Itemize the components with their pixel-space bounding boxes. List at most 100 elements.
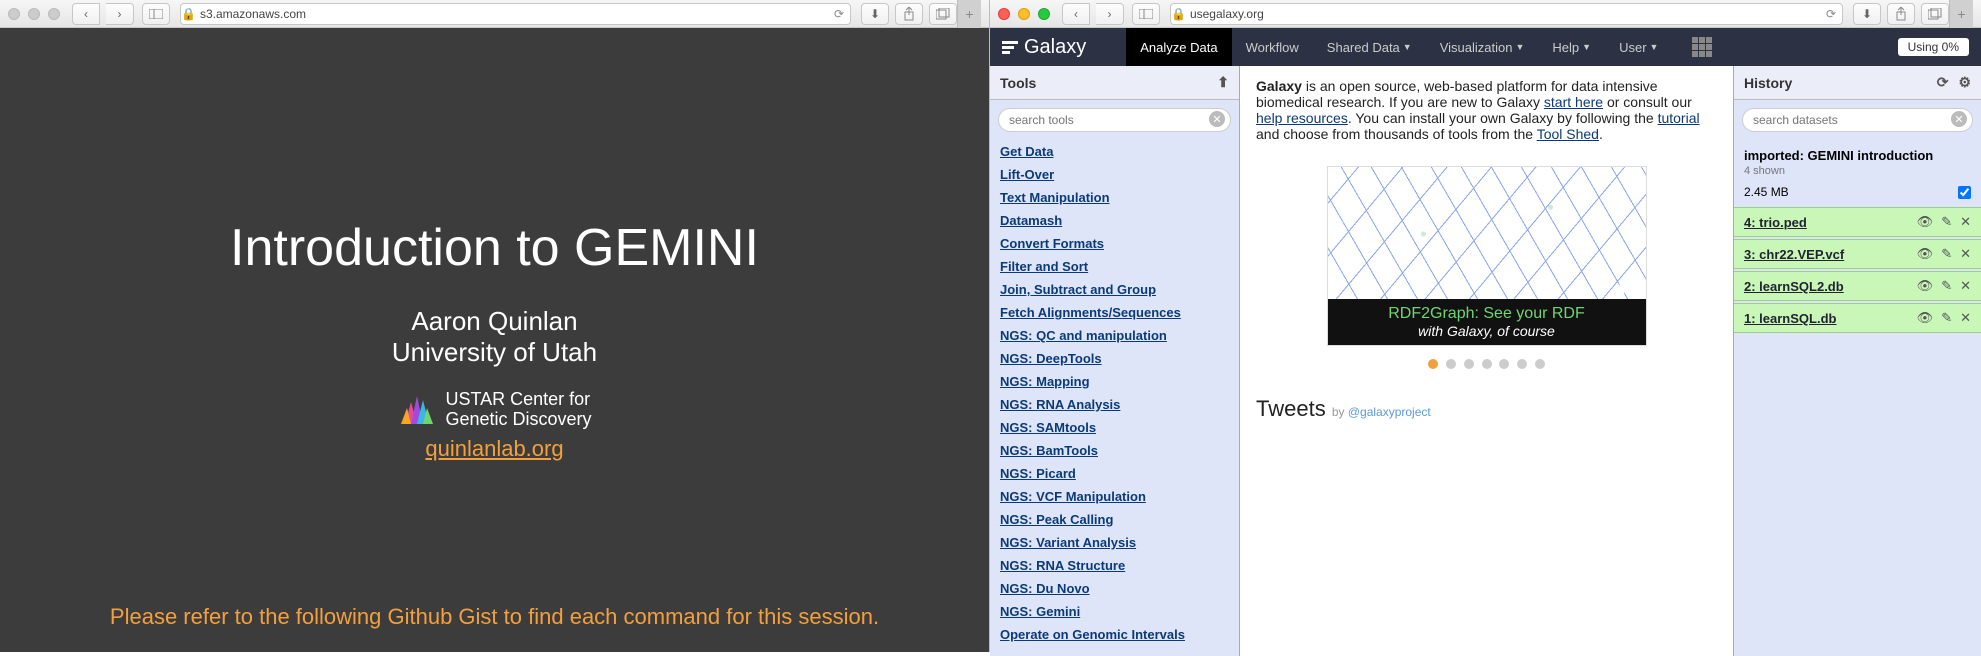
forward-button[interactable]: › xyxy=(1096,3,1124,25)
usage-badge[interactable]: Using 0% xyxy=(1898,38,1969,56)
tool-category[interactable]: NGS: BamTools xyxy=(1000,439,1229,462)
dataset-name[interactable]: 1: learnSQL.db xyxy=(1744,311,1836,326)
ustar-line2: Genetic Discovery xyxy=(445,410,591,430)
tool-category[interactable]: NGS: QC and manipulation xyxy=(1000,324,1229,347)
dot[interactable] xyxy=(1464,359,1474,369)
forward-button[interactable]: › xyxy=(106,3,134,25)
tool-category[interactable]: Operate on Genomic Intervals xyxy=(1000,623,1229,646)
close-dot[interactable] xyxy=(998,8,1010,20)
tool-category[interactable]: NGS: Mapping xyxy=(1000,370,1229,393)
tabs-button[interactable] xyxy=(929,3,957,25)
back-button[interactable]: ‹ xyxy=(1062,3,1090,25)
minimize-dot[interactable] xyxy=(28,8,40,20)
dot[interactable] xyxy=(1446,359,1456,369)
carousel-slide[interactable]: ❚❚ RDF2Graph: See your RDF with Galaxy, … xyxy=(1327,166,1647,346)
delete-icon[interactable]: ✕ xyxy=(1960,310,1971,326)
minimize-dot[interactable] xyxy=(1018,8,1030,20)
tool-category[interactable]: NGS: Gemini xyxy=(1000,600,1229,623)
dot[interactable] xyxy=(1482,359,1492,369)
tool-category[interactable]: Join, Subtract and Group xyxy=(1000,278,1229,301)
slide-link[interactable]: quinlanlab.org xyxy=(425,436,563,462)
tool-category[interactable]: Fetch Alignments/Sequences xyxy=(1000,301,1229,324)
reload-icon[interactable]: ⟳ xyxy=(828,7,850,21)
tool-category[interactable]: NGS: Peak Calling xyxy=(1000,508,1229,531)
nav-analyze-data[interactable]: Analyze Data xyxy=(1126,28,1231,66)
reload-icon[interactable]: ⟳ xyxy=(1820,7,1842,21)
tutorial-link[interactable]: tutorial xyxy=(1658,110,1700,126)
tool-category[interactable]: Filter and Sort xyxy=(1000,255,1229,278)
clear-icon[interactable]: ✕ xyxy=(1951,111,1967,127)
clear-icon[interactable]: ✕ xyxy=(1209,111,1225,127)
history-select-all-checkbox[interactable] xyxy=(1958,186,1971,199)
dataset-row[interactable]: 2: learnSQL2.db 👁 ✎ ✕ xyxy=(1734,271,1981,301)
delete-icon[interactable]: ✕ xyxy=(1960,214,1971,230)
tweets-handle-link[interactable]: @galaxyproject xyxy=(1348,405,1431,419)
nav-workflow[interactable]: Workflow xyxy=(1232,28,1313,66)
close-dot[interactable] xyxy=(8,8,20,20)
edit-icon[interactable]: ✎ xyxy=(1941,246,1952,262)
nav-shared-data[interactable]: Shared Data▼ xyxy=(1313,28,1426,66)
eye-icon[interactable]: 👁 xyxy=(1917,214,1934,230)
delete-icon[interactable]: ✕ xyxy=(1960,278,1971,294)
dataset-row[interactable]: 4: trio.ped 👁 ✎ ✕ xyxy=(1734,207,1981,237)
tool-category[interactable]: Convert Formats xyxy=(1000,232,1229,255)
tool-category[interactable]: NGS: Du Novo xyxy=(1000,577,1229,600)
edit-icon[interactable]: ✎ xyxy=(1941,278,1952,294)
eye-icon[interactable]: 👁 xyxy=(1917,310,1934,326)
tool-category[interactable]: NGS: SAMtools xyxy=(1000,416,1229,439)
tool-category[interactable]: Datamash xyxy=(1000,209,1229,232)
tool-category[interactable]: NGS: RNA Structure xyxy=(1000,554,1229,577)
tool-category[interactable]: Text Manipulation xyxy=(1000,186,1229,209)
new-tab-button[interactable]: + xyxy=(1949,0,1973,28)
tool-category[interactable]: Get Data xyxy=(1000,140,1229,163)
sidebar-button[interactable] xyxy=(1132,3,1160,25)
dot[interactable] xyxy=(1499,359,1509,369)
upload-icon[interactable]: ⬆ xyxy=(1217,74,1229,91)
tools-search-input[interactable] xyxy=(998,108,1231,132)
eye-icon[interactable]: 👁 xyxy=(1917,246,1934,262)
edit-icon[interactable]: ✎ xyxy=(1941,214,1952,230)
edit-icon[interactable]: ✎ xyxy=(1941,310,1952,326)
download-button[interactable]: ⬇ xyxy=(861,3,889,25)
start-here-link[interactable]: start here xyxy=(1544,94,1603,110)
refresh-icon[interactable]: ⟳ xyxy=(1937,74,1949,91)
eye-icon[interactable]: 👁 xyxy=(1917,278,1934,294)
dot[interactable] xyxy=(1428,359,1438,369)
pause-icon[interactable]: ❚❚ xyxy=(1616,280,1639,297)
url-bar[interactable]: 🔒 usegalaxy.org ⟳ xyxy=(1170,3,1843,25)
history-search-input[interactable] xyxy=(1742,108,1973,132)
tool-category[interactable]: NGS: Variant Analysis xyxy=(1000,531,1229,554)
download-button[interactable]: ⬇ xyxy=(1853,3,1881,25)
nav-scratchbook[interactable] xyxy=(1672,28,1726,66)
delete-icon[interactable]: ✕ xyxy=(1960,246,1971,262)
dataset-row[interactable]: 3: chr22.VEP.vcf 👁 ✎ ✕ xyxy=(1734,239,1981,269)
nav-visualization[interactable]: Visualization▼ xyxy=(1426,28,1539,66)
tool-category[interactable]: NGS: Picard xyxy=(1000,462,1229,485)
dataset-row[interactable]: 1: learnSQL.db 👁 ✎ ✕ xyxy=(1734,303,1981,333)
url-bar[interactable]: 🔒 s3.amazonaws.com ⟳ xyxy=(180,3,851,25)
tabs-button[interactable] xyxy=(1921,3,1949,25)
dot[interactable] xyxy=(1517,359,1527,369)
nav-user[interactable]: User▼ xyxy=(1605,28,1672,66)
dataset-name[interactable]: 4: trio.ped xyxy=(1744,215,1807,230)
help-resources-link[interactable]: help resources xyxy=(1256,110,1348,126)
zoom-dot[interactable] xyxy=(48,8,60,20)
dataset-name[interactable]: 3: chr22.VEP.vcf xyxy=(1744,247,1844,262)
dot[interactable] xyxy=(1535,359,1545,369)
tool-shed-link[interactable]: Tool Shed xyxy=(1537,126,1599,142)
dataset-name[interactable]: 2: learnSQL2.db xyxy=(1744,279,1844,294)
gear-icon[interactable]: ⚙ xyxy=(1958,74,1971,91)
tool-category[interactable]: NGS: DeepTools xyxy=(1000,347,1229,370)
nav-help[interactable]: Help▼ xyxy=(1538,28,1605,66)
galaxy-logo[interactable]: Galaxy xyxy=(1002,36,1086,59)
share-button[interactable] xyxy=(1887,3,1915,25)
history-name[interactable]: imported: GEMINI introduction xyxy=(1744,148,1971,163)
zoom-dot[interactable] xyxy=(1038,8,1050,20)
new-tab-button[interactable]: + xyxy=(957,0,981,28)
share-button[interactable] xyxy=(895,3,923,25)
tool-category[interactable]: NGS: VCF Manipulation xyxy=(1000,485,1229,508)
back-button[interactable]: ‹ xyxy=(72,3,100,25)
tool-category[interactable]: Lift-Over xyxy=(1000,163,1229,186)
tool-category[interactable]: NGS: RNA Analysis xyxy=(1000,393,1229,416)
sidebar-button[interactable] xyxy=(142,3,170,25)
